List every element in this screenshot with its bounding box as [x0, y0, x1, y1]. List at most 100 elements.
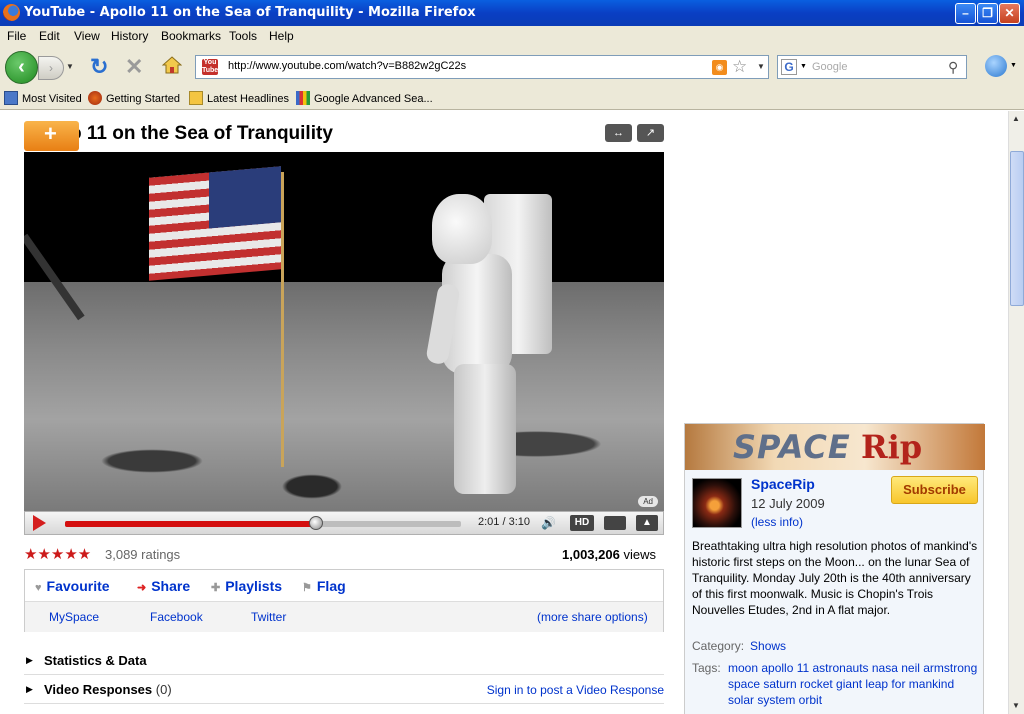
web-page: o 11 on the Sea of Tranquility + ↔ ↗ Ad … — [0, 111, 1008, 714]
video-responses-count: (0) — [155, 682, 172, 697]
less-info-label[interactable]: (less info) — [751, 515, 803, 529]
video-frame-astronaut — [422, 194, 552, 494]
expand-triangle-icon[interactable]: ▶ — [26, 655, 33, 666]
astronaut-helmet — [432, 194, 492, 264]
page-scrollbar[interactable]: ▲ ▼ — [1008, 111, 1024, 714]
share-facebook-link[interactable]: Facebook — [150, 610, 203, 624]
video-frame-flagpole — [281, 172, 284, 467]
scroll-up-icon[interactable]: ▲ — [1012, 114, 1020, 123]
menu-edit[interactable]: Edit — [39, 29, 60, 43]
hd-button[interactable]: HD — [570, 515, 594, 531]
post-video-response-link[interactable]: Sign in to post a Video Response — [487, 683, 664, 697]
ad-badge[interactable]: Ad — [638, 496, 658, 507]
window-title: YouTube - Apollo 11 on the Sea of Tranqu… — [24, 5, 476, 20]
bookmark-label: Most Visited — [22, 93, 82, 105]
video-player[interactable]: Ad — [24, 152, 664, 511]
progress-bar[interactable] — [65, 516, 461, 530]
forward-button[interactable]: › — [38, 56, 64, 80]
channel-info-box: SPACE Rip SpaceRip 12 July 2009 (less in… — [684, 423, 985, 714]
url-text[interactable]: http://www.youtube.com/watch?v=B882w2gC2… — [228, 60, 466, 72]
minimize-button[interactable]: – — [955, 3, 976, 24]
address-bar[interactable]: You Tube http://www.youtube.com/watch?v=B… — [195, 55, 769, 79]
firefox-icon — [3, 4, 20, 21]
video-responses-section[interactable]: ▶ Video Responses (0) Sign in to post a … — [24, 676, 664, 704]
menu-view[interactable]: View — [74, 29, 100, 43]
action-box: ♥ Favourite ➜ Share ✚ Playlists ⚑ Flag MySpa… — [24, 569, 664, 632]
share-button[interactable]: ➜ Share — [137, 578, 190, 594]
share-options-row: MySpace Facebook Twitter (more share opt… — [25, 602, 663, 632]
share-label: Share — [151, 578, 191, 594]
channel-banner[interactable]: SPACE Rip — [685, 424, 985, 470]
player-size-button[interactable] — [604, 516, 626, 530]
view-count: 1,003,206 views — [562, 547, 656, 562]
menu-file[interactable]: File — [7, 29, 26, 43]
search-engine-dropdown-icon[interactable]: ▼ — [800, 63, 807, 70]
subscribe-button[interactable]: Subscribe — [891, 476, 978, 504]
share-arrow-icon: ➜ — [137, 582, 147, 594]
flag-button[interactable]: ⚑ Flag — [302, 578, 346, 594]
bookmark-google-advanced-search[interactable]: Google Advanced Sea... — [296, 91, 433, 105]
back-button[interactable]: ‹ — [5, 51, 38, 84]
search-icon[interactable]: ⚲ — [948, 59, 958, 76]
channel-name-link[interactable]: SpaceRip — [751, 476, 815, 492]
bookmark-latest-headlines[interactable]: Latest Headlines — [189, 91, 289, 105]
bookmark-getting-started[interactable]: Getting Started — [88, 91, 180, 105]
search-input[interactable]: Google — [812, 61, 847, 73]
progress-fill — [65, 521, 317, 527]
bookmark-label: Getting Started — [106, 93, 180, 105]
plus-icon: ✚ — [211, 582, 221, 594]
category-label: Category: — [692, 639, 745, 653]
stop-icon[interactable]: ✕ — [125, 54, 143, 80]
maximize-button[interactable]: ❐ — [977, 3, 998, 24]
reload-icon[interactable]: ↻ — [90, 54, 108, 80]
favourite-label: Favourite — [46, 578, 110, 594]
home-icon[interactable] — [162, 56, 182, 74]
search-box[interactable]: G ▼ Google ⚲ — [777, 55, 967, 79]
addon-dropdown-icon[interactable]: ▼ — [1010, 62, 1017, 69]
volume-icon[interactable]: 🔊 — [541, 516, 556, 530]
tags-links[interactable]: moon apollo 11 astronauts nasa neil arms… — [728, 660, 980, 708]
channel-avatar[interactable] — [692, 478, 742, 528]
scroll-down-icon[interactable]: ▼ — [1012, 701, 1020, 710]
menu-bookmarks[interactable]: Bookmarks — [161, 29, 221, 43]
addon-globe-icon[interactable] — [985, 55, 1007, 77]
play-icon[interactable] — [33, 515, 46, 531]
popout-player-button[interactable]: ↗ — [637, 124, 664, 142]
astronaut-legs — [454, 364, 516, 494]
window-titlebar: YouTube - Apollo 11 on the Sea of Tranqu… — [0, 0, 1024, 26]
video-title: o 11 on the Sea of Tranquility — [70, 123, 333, 144]
favourite-button[interactable]: ♥ Favourite — [35, 578, 110, 594]
video-frame-craters — [24, 342, 664, 511]
share-myspace-link[interactable]: MySpace — [49, 610, 99, 624]
fullscreen-button[interactable]: ▲ — [636, 515, 658, 531]
rss-feed-icon[interactable]: ◉ — [712, 60, 727, 75]
expand-player-button[interactable]: ↔ — [605, 124, 632, 142]
menu-history[interactable]: History — [111, 29, 148, 43]
video-responses-label[interactable]: Video Responses (0) — [44, 682, 172, 697]
bookmark-most-visited[interactable]: Most Visited — [4, 91, 82, 105]
action-row: ♥ Favourite ➜ Share ✚ Playlists ⚑ Flag — [25, 570, 663, 602]
add-to-quicklist-button[interactable]: + — [24, 121, 79, 151]
firefox-bookmark-icon — [88, 91, 102, 105]
menu-tools[interactable]: Tools — [229, 29, 257, 43]
statistics-section[interactable]: ▶ Statistics & Data — [24, 647, 664, 675]
bookmark-star-icon[interactable]: ☆ — [732, 57, 747, 77]
statistics-label[interactable]: Statistics & Data — [44, 653, 147, 668]
menu-help[interactable]: Help — [269, 29, 294, 43]
menu-bar: File Edit View History Bookmarks Tools H… — [0, 26, 1024, 46]
scrollbar-thumb[interactable] — [1010, 151, 1024, 306]
more-share-options-link[interactable]: (more share options) — [537, 610, 648, 624]
playlists-button[interactable]: ✚ Playlists — [211, 578, 282, 594]
search-engine-icon[interactable]: G — [781, 59, 797, 75]
history-dropdown-icon[interactable]: ▼ — [66, 62, 74, 71]
url-dropdown-icon[interactable]: ▼ — [757, 62, 765, 71]
rating-stars[interactable]: ★★★★★ — [24, 545, 91, 563]
rss-folder-icon — [189, 91, 203, 105]
expand-triangle-icon[interactable]: ▶ — [26, 684, 33, 695]
share-twitter-link[interactable]: Twitter — [251, 610, 286, 624]
close-button[interactable]: ✕ — [999, 3, 1020, 24]
less-info-link[interactable]: (less info) — [751, 515, 803, 529]
category-link[interactable]: Shows — [750, 639, 786, 653]
progress-knob[interactable] — [309, 516, 324, 530]
flag-icon: ⚑ — [302, 582, 312, 594]
